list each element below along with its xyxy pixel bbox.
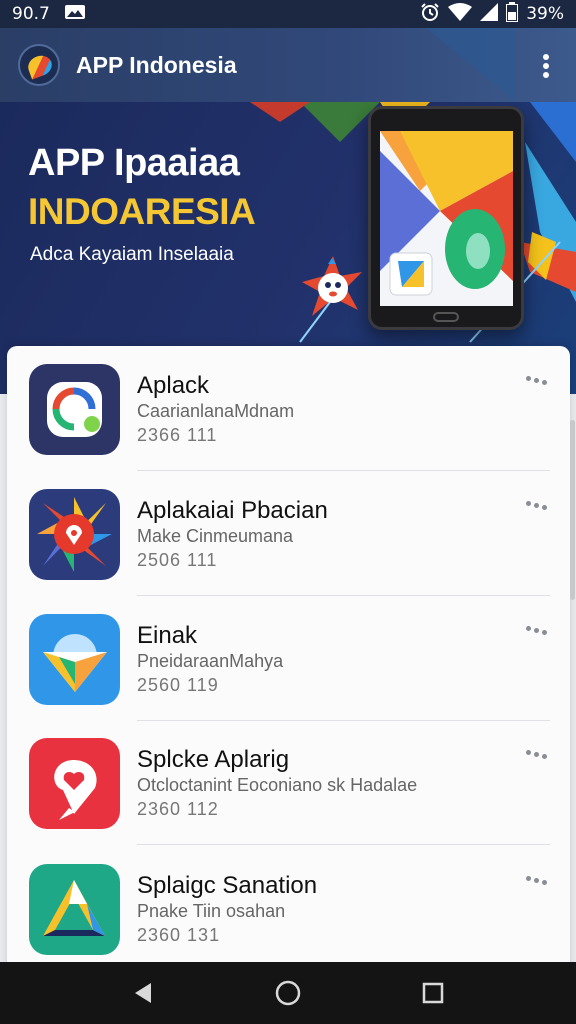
status-time: 90.7 (12, 4, 50, 24)
mascot-illustration (302, 256, 362, 316)
app-meta: 2360 131 (137, 925, 221, 945)
app-description: CaarianlanaMdnam (137, 401, 295, 421)
back-icon[interactable] (123, 973, 163, 1013)
more-vert-icon[interactable] (536, 54, 556, 78)
recents-icon[interactable] (413, 973, 453, 1013)
app-name: Splaigc Sanation (137, 872, 318, 899)
more-horiz-icon[interactable] (526, 376, 548, 386)
app-title: APP Indonesia (76, 51, 237, 78)
alarm-icon (420, 2, 440, 27)
scrollbar[interactable] (570, 420, 575, 600)
home-icon[interactable] (268, 973, 308, 1013)
signal-icon (480, 2, 499, 26)
list-item[interactable]: Splcke Aplarig Otcloctanint Eoconiano sk… (7, 720, 570, 845)
list-item[interactable]: Aplakaiai Pbacian Make Cinmeumana 2506 1… (7, 471, 570, 596)
banner-title-highlight: INDOARESIA (28, 191, 256, 232)
app-description: Pnake Tiin osahan (137, 901, 286, 921)
phone-illustration (368, 106, 524, 330)
heart-pin-icon (29, 738, 120, 829)
more-horiz-icon[interactable] (526, 501, 548, 511)
app-logo[interactable] (18, 44, 60, 86)
list-item[interactable]: Splaigc Sanation Pnake Tiin osahan 2360 … (7, 846, 570, 971)
app-meta: 2506 111 (137, 550, 218, 570)
list-item[interactable]: Aplack CaarianlanaMdnam 2366 111 (7, 346, 570, 471)
app-bar: APP Indonesia (0, 28, 576, 102)
list-item[interactable]: Einak PneidaraanMahya 2560 119 (7, 596, 570, 721)
camera-ring-icon (29, 364, 120, 455)
app-meta: 2360 112 (137, 799, 219, 819)
app-description: Make Cinmeumana (137, 526, 294, 546)
gallery-icon (64, 4, 86, 25)
pinwheel-icon (29, 489, 120, 580)
banner-subtitle: Adca Kayaiam Inselaaia (30, 244, 234, 265)
app-name: Splcke Aplarig (137, 746, 290, 773)
app-list: Aplack CaarianlanaMdnam 2366 111 Aplakai… (7, 346, 570, 986)
more-horiz-icon[interactable] (526, 626, 548, 636)
app-name: Aplack (137, 372, 210, 399)
triangle-logo-icon (29, 864, 120, 955)
banner-title: APP Ipaaiaa (28, 142, 240, 184)
app-description: Otcloctanint Eoconiano sk Hadalae (137, 775, 418, 795)
battery-percent: 39% (526, 4, 564, 24)
app-meta: 2560 119 (137, 675, 219, 695)
wifi-icon (448, 2, 473, 26)
more-horiz-icon[interactable] (526, 750, 548, 760)
app-description: PneidaraanMahya (137, 651, 284, 671)
paper-plane-icon (29, 614, 120, 705)
app-meta: 2366 111 (137, 425, 218, 445)
app-name: Aplakaiai Pbacian (137, 497, 328, 524)
status-bar: 90.7 39% (0, 0, 576, 28)
battery-icon (506, 1, 519, 27)
more-horiz-icon[interactable] (526, 876, 548, 886)
system-nav-bar (0, 962, 576, 1024)
app-name: Einak (137, 622, 198, 649)
